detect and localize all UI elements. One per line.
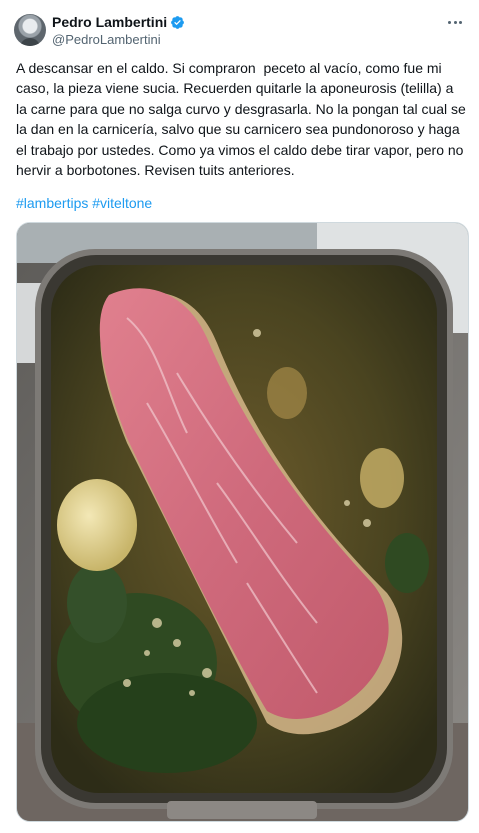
hashtags: #lambertips #viteltone [16, 193, 152, 213]
hashtag-viteltone[interactable]: #viteltone [92, 195, 152, 211]
tweet-photo[interactable] [16, 222, 469, 822]
verified-badge-icon [171, 16, 185, 29]
author-name-row: Pedro Lambertini [52, 14, 185, 31]
tweet-text: A descansar en el caldo. Si compraron pe… [16, 60, 470, 179]
author-name[interactable]: Pedro Lambertini [52, 14, 167, 31]
author-handle[interactable]: @PedroLambertini [52, 32, 161, 48]
hashtag-lambertips[interactable]: #lambertips [16, 195, 88, 211]
avatar[interactable] [14, 14, 46, 46]
tweet-header: Pedro Lambertini @PedroLambertini [14, 12, 467, 52]
meat-in-broth-photo [17, 223, 468, 821]
more-horizontal-icon[interactable] [445, 14, 465, 30]
